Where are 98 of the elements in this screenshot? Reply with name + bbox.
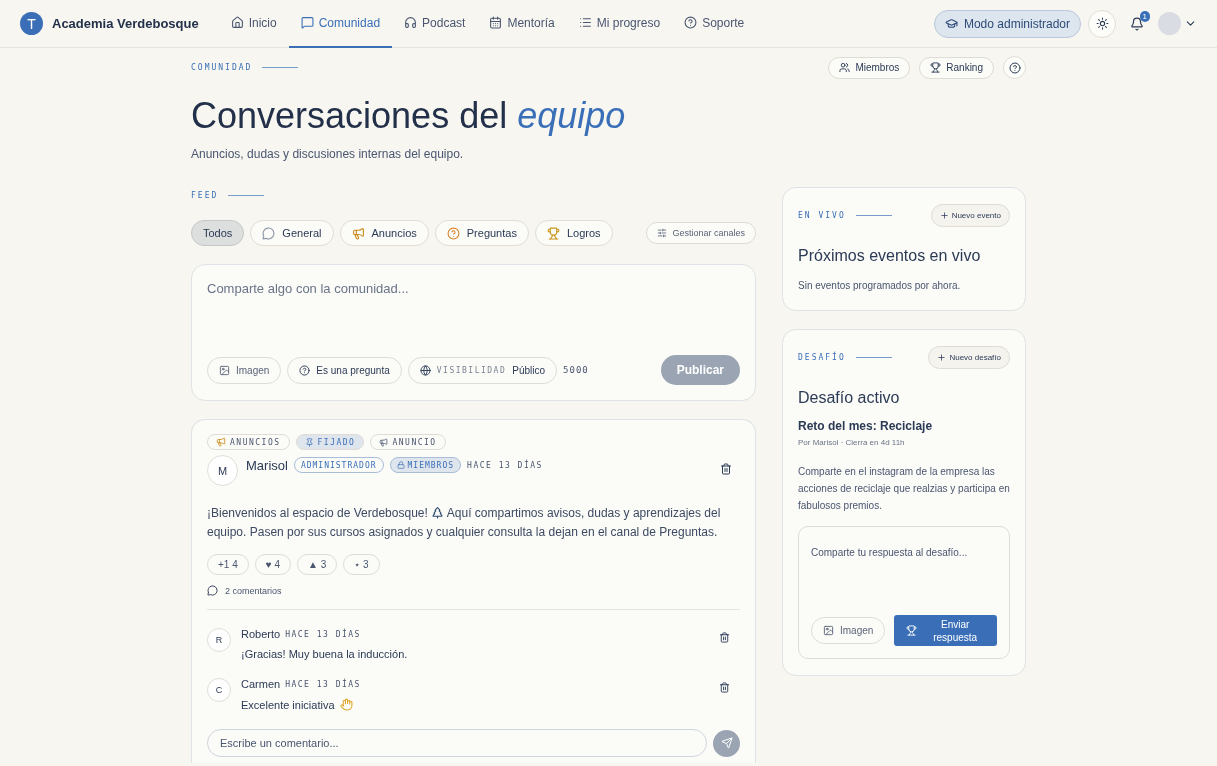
admin-mode-button[interactable]: Modo administrador — [933, 9, 1081, 38]
tree-icon — [431, 506, 445, 519]
speech-bubble-icon — [262, 226, 276, 240]
reaction-button[interactable]: ▲ 3 — [297, 554, 338, 575]
section-label: DESAFÍO — [798, 353, 846, 362]
users-icon — [839, 62, 851, 73]
image-icon — [823, 625, 834, 636]
header-action-button[interactable]: Miembros — [828, 56, 911, 79]
question-toggle[interactable]: Es una pregunta — [287, 356, 402, 384]
chat-icon — [300, 16, 314, 29]
brand-name: Academia Verdebosque — [52, 16, 199, 31]
post-tag: ANUNCIO — [370, 434, 446, 450]
manage-channels-button[interactable]: Gestionar canales — [646, 222, 756, 244]
list-icon — [578, 16, 592, 29]
author-avatar: M — [207, 455, 238, 486]
comment-field[interactable]: Escribe un comentario... — [207, 729, 707, 757]
plus-icon — [939, 211, 949, 220]
sliders-icon — [657, 228, 668, 238]
submit-answer-button[interactable]: Enviar respuesta — [894, 615, 997, 646]
reaction-button[interactable]: ⋆ 3 — [343, 554, 380, 575]
new-event-button[interactable]: Nuevo evento — [930, 204, 1010, 227]
question-icon — [299, 364, 311, 376]
commenter-name: Roberto — [241, 628, 281, 640]
pin-icon — [304, 437, 314, 447]
megaphone-icon — [216, 437, 226, 447]
challenge-name: Reto del mes: Reciclaje — [798, 419, 934, 433]
notifications-icon[interactable] — [1130, 16, 1144, 31]
section-label: COMUNIDAD — [191, 63, 253, 72]
delete-icon[interactable] — [720, 463, 732, 475]
commenter-avatar: R — [207, 628, 231, 652]
channel-filter[interactable]: Todos — [191, 220, 245, 246]
nav-link[interactable]: Soporte — [672, 0, 757, 48]
comment-icon — [207, 585, 218, 596]
notification-badge: 1 — [1139, 10, 1150, 22]
empty-message: Sin eventos programados por ahora. — [798, 279, 962, 293]
card-title: Desafío activo — [798, 389, 901, 407]
help-icon — [1008, 61, 1021, 74]
delete-icon[interactable] — [719, 632, 730, 643]
post-text: ¡Bienvenidos al espacio de Verdebosque! Aquí compartimos avisos, dudas y aprendizajes del equipo. Pasen por sus cursos asignados y cualquier consulta la dejan en el canal de Preguntas. — [207, 505, 722, 541]
sun-icon — [1095, 17, 1109, 30]
help-button[interactable] — [1003, 56, 1026, 79]
trophy-icon — [930, 62, 942, 73]
channel-filter[interactable]: Preguntas — [434, 220, 529, 246]
graduation-cap-icon — [944, 17, 958, 30]
nav-link[interactable]: Inicio — [218, 0, 289, 48]
post-tag: ANUNCIOS — [207, 434, 290, 450]
question-icon — [446, 226, 460, 240]
channel-filter[interactable]: Anuncios — [339, 220, 429, 246]
comment-time: HACE 13 DÍAS — [285, 679, 361, 689]
commenter-avatar: C — [207, 678, 231, 702]
channel-filter[interactable]: General — [250, 220, 334, 246]
trophy-icon — [546, 226, 560, 240]
image-icon — [219, 364, 230, 376]
comment-time: HACE 13 DÍAS — [285, 629, 361, 639]
reaction-button[interactable]: ♥ 4 — [254, 554, 292, 575]
image-button[interactable]: Imagen — [811, 617, 886, 644]
nav-link[interactable]: Mentoría — [477, 0, 567, 48]
section-label: FEED — [191, 191, 219, 200]
trophy-icon — [906, 625, 918, 636]
reaction-button[interactable]: +1 4 — [207, 554, 249, 575]
challenge-description: Comparte en el instagram de la empresa las acciones de reciclaje que realzias y participa en fabulosos premios. — [798, 465, 1010, 513]
nav-link[interactable]: Mi progreso — [566, 0, 673, 48]
challenge-meta: Por Marisol · Cierra en 4d 11h — [798, 438, 906, 447]
headphones-icon — [404, 16, 418, 29]
logo[interactable]: T — [20, 12, 43, 35]
image-button[interactable]: Imagen — [207, 356, 282, 384]
card-title: Próximos eventos en vivo — [798, 247, 982, 265]
audience-tag: MIEMBROS — [389, 457, 462, 473]
section-label: EN VIVO — [798, 211, 846, 220]
megaphone-icon — [351, 226, 365, 240]
character-count: 5000 — [563, 365, 589, 375]
send-icon — [720, 737, 733, 749]
visibility-select[interactable]: VISIBILIDAD Público — [407, 356, 558, 384]
commenter-name: Carmen — [241, 678, 281, 690]
lock-icon — [396, 461, 405, 469]
post-tag: FIJADO — [295, 434, 365, 450]
answer-field[interactable]: Comparte tu respuesta al desafío... Imagen Enviar respuesta — [798, 526, 1010, 659]
post-time: HACE 13 DÍAS — [467, 460, 543, 470]
page-title: Conversaciones del equipo — [191, 95, 627, 137]
megaphone-icon — [379, 437, 389, 447]
channel-filter[interactable]: Logros — [534, 220, 613, 246]
theme-button[interactable] — [1088, 9, 1116, 38]
home-icon — [230, 16, 244, 29]
new-challenge-button[interactable]: Nuevo desafío — [928, 346, 1010, 369]
delete-icon[interactable] — [719, 682, 730, 693]
nav-link[interactable]: Podcast — [392, 0, 478, 48]
plus-icon — [937, 353, 947, 362]
post-composer-field[interactable]: Comparte algo con la comunidad... Imagen Es una pregunta VISIBILIDAD Público 5000 Publicar — [191, 264, 756, 401]
comment-text: Excelente iniciativa — [241, 698, 335, 711]
help-icon — [684, 16, 698, 29]
page-subtitle: Anuncios, dudas y discusiones internas del equipo. — [191, 147, 465, 161]
author-name: Marisol — [246, 457, 288, 473]
comments-count[interactable]: 2 comentarios — [225, 585, 282, 596]
header-action-button[interactable]: Ranking — [919, 56, 994, 79]
calendar-icon — [489, 16, 503, 29]
comment-text: ¡Gracias! Muy buena la inducción. — [241, 648, 408, 660]
nav-link[interactable]: Comunidad — [288, 0, 393, 48]
globe-icon — [419, 364, 431, 376]
